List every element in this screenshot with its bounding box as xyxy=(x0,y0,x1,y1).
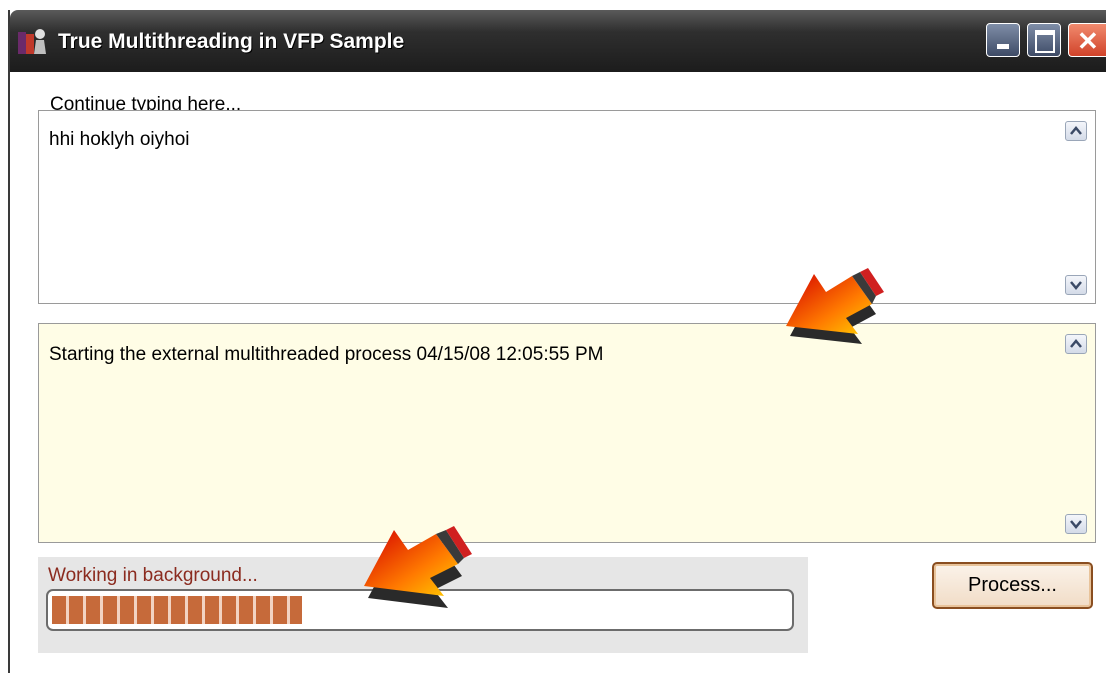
minimize-icon[interactable] xyxy=(986,23,1020,57)
typing-editbox[interactable]: hhi hoklyh oiyhoi xyxy=(38,110,1096,304)
close-icon[interactable]: ✕ xyxy=(1068,23,1106,57)
log-editbox-text: Starting the external multithreaded proc… xyxy=(49,344,604,365)
arrow-callout-icon xyxy=(786,268,884,344)
log-editbox[interactable]: Starting the external multithreaded proc… xyxy=(38,323,1096,543)
status-text: Working in background... xyxy=(48,565,258,586)
arrow-callout-icon xyxy=(364,526,472,608)
scroll-up-icon[interactable] xyxy=(1065,334,1087,354)
process-button[interactable]: Process... xyxy=(932,562,1093,609)
window-title: True Multithreading in VFP Sample xyxy=(58,30,405,53)
maximize-icon[interactable] xyxy=(1027,23,1061,57)
scroll-down-icon[interactable] xyxy=(1065,514,1087,534)
title-bar[interactable]: True Multithreading in VFP Sample ✕ xyxy=(10,10,1106,72)
app-icon xyxy=(18,29,46,54)
progress-bar-fill xyxy=(52,596,302,624)
scroll-down-icon[interactable] xyxy=(1065,275,1087,295)
scroll-up-icon[interactable] xyxy=(1065,121,1087,141)
typing-editbox-text: hhi hoklyh oiyhoi xyxy=(49,129,190,150)
